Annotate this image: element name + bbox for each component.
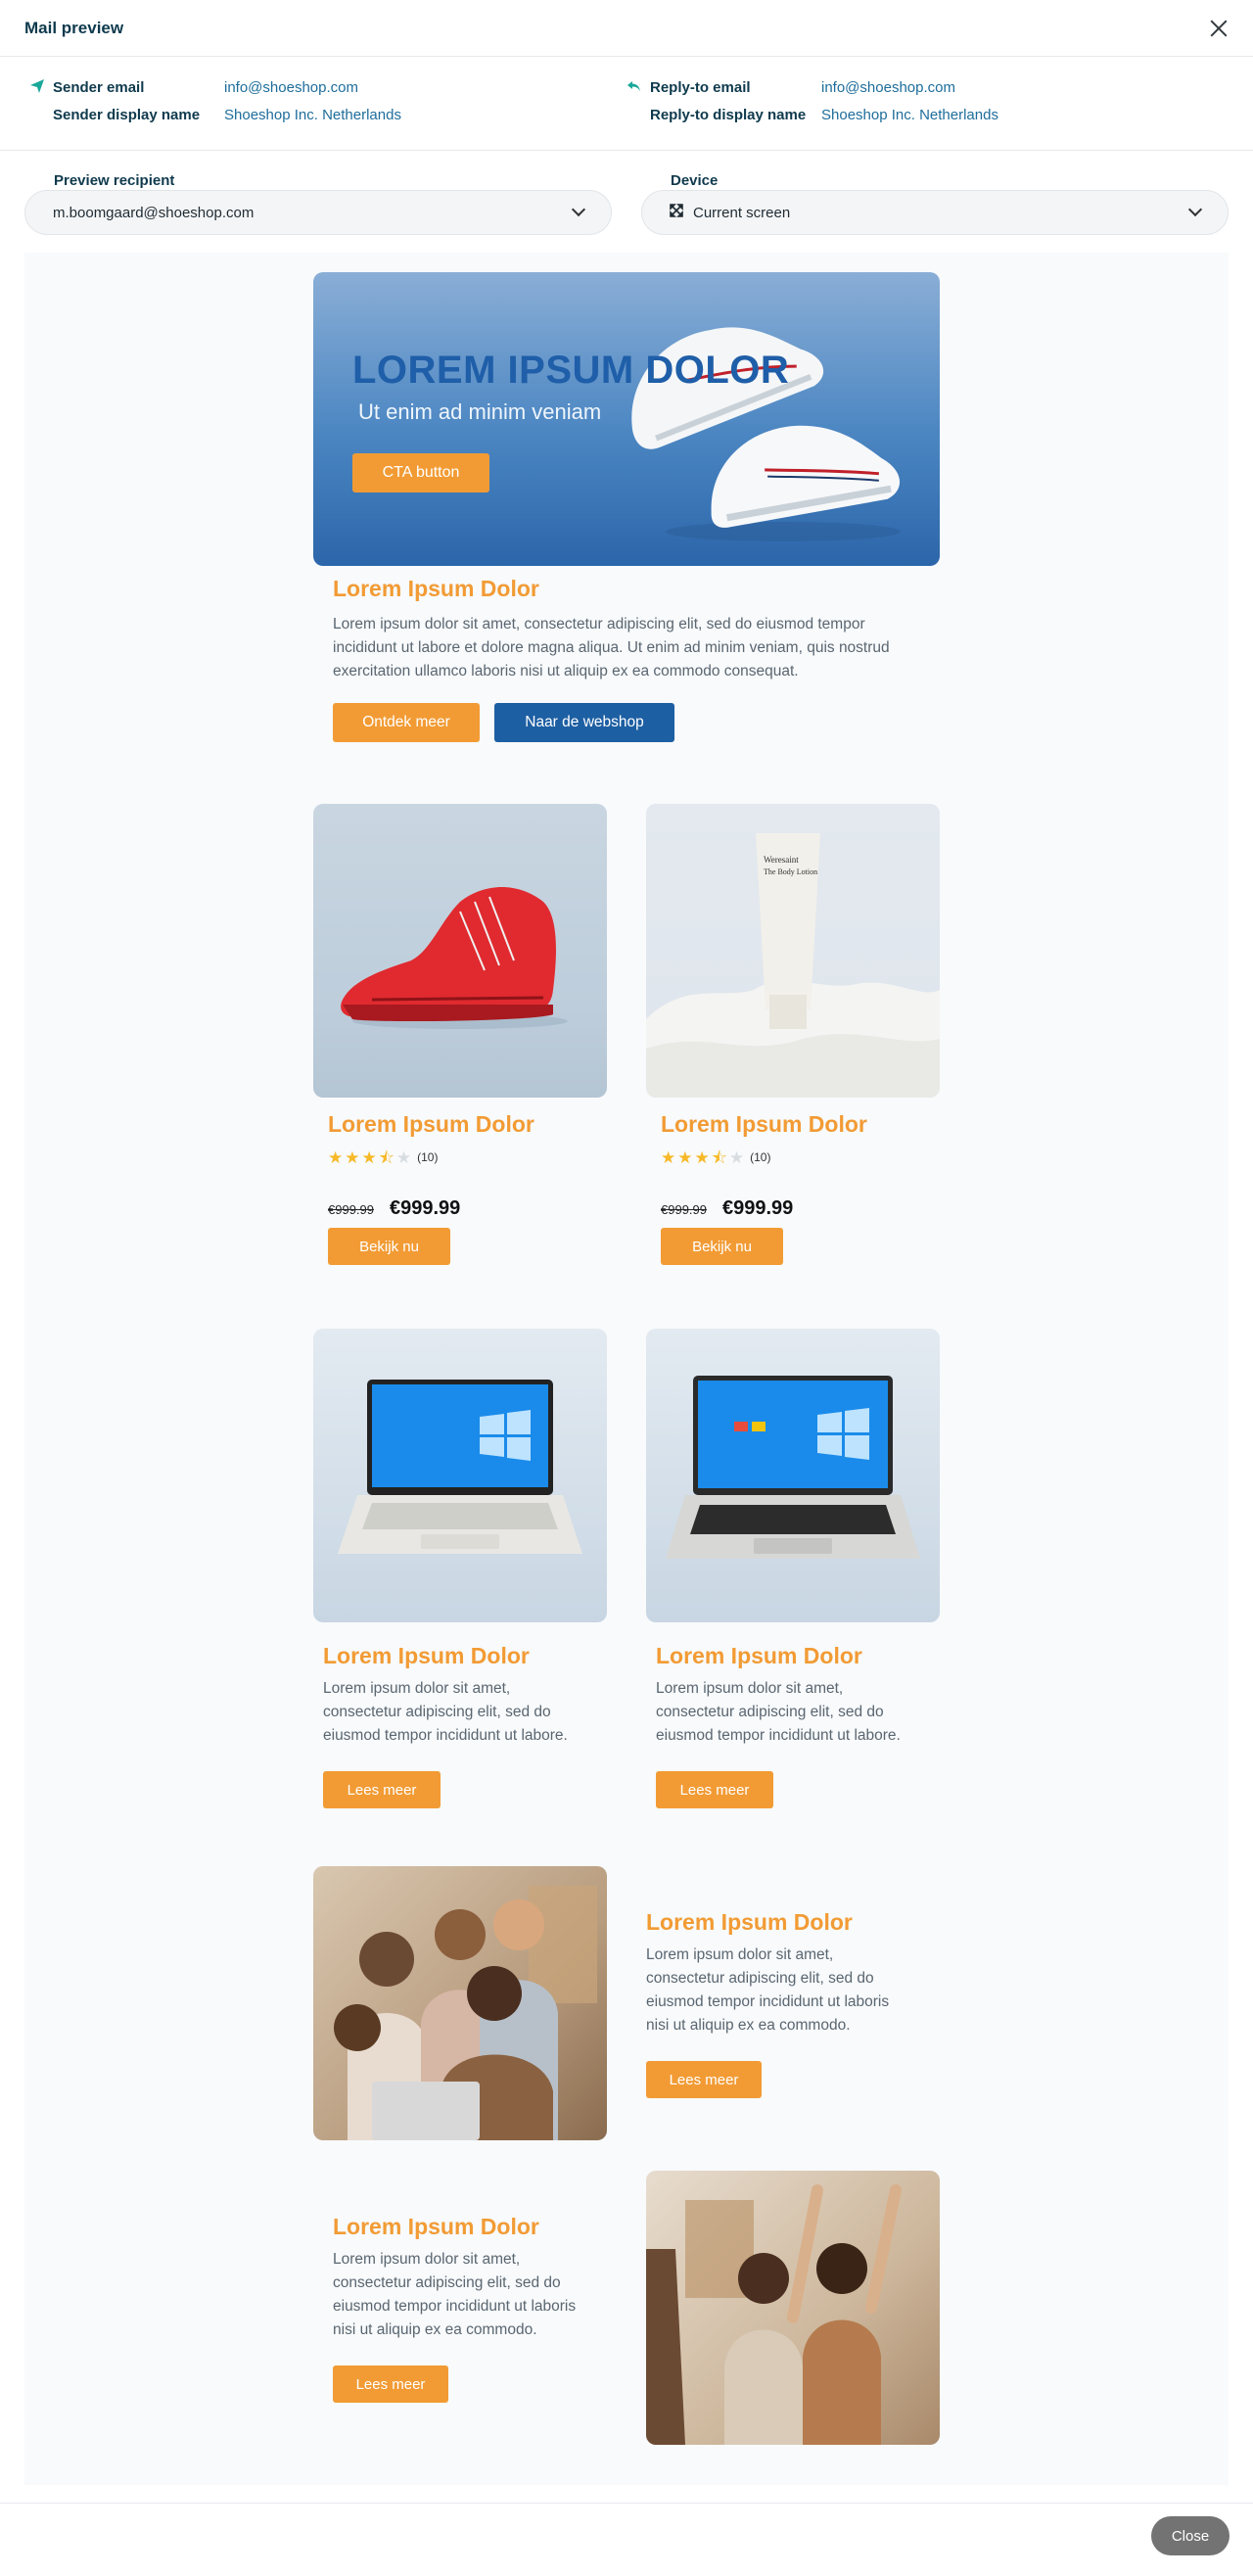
half-star-icon: ⯪ <box>378 1148 396 1167</box>
webshop-button[interactable]: Naar de webshop <box>494 703 674 742</box>
sender-info: Sender email Sender display name info@sh… <box>0 57 1253 151</box>
reply-name-value: Shoeshop Inc. Netherlands <box>821 107 998 123</box>
empty-star-icon: ★ <box>728 1148 747 1167</box>
team-photo <box>313 1866 607 2140</box>
hero-subtitle: Ut enim ad minim veniam <box>358 399 602 424</box>
modal-footer: Close <box>0 2503 1253 2576</box>
feature-text: Lorem ipsum dolor sit amet, consectetur … <box>333 2251 577 2338</box>
read-more-button[interactable]: Lees meer <box>333 2365 448 2403</box>
intro-title: Lorem Ipsum Dolor <box>333 576 539 601</box>
sender-column: Sender email Sender display name info@sh… <box>29 78 626 150</box>
view-now-button[interactable]: Bekijk nu <box>328 1228 450 1265</box>
old-price: €999.99 <box>328 1202 374 1217</box>
read-more-button[interactable]: Lees meer <box>656 1771 773 1808</box>
product-image-sneaker <box>313 804 607 1098</box>
rating-stars: ★★★⯪★ (10) <box>328 1146 438 1174</box>
hero-cta-button[interactable]: CTA button <box>352 453 489 492</box>
feature-title: Lorem Ipsum Dolor <box>646 1909 853 1935</box>
reply-column: Reply-to email Reply-to display name inf… <box>626 78 1224 150</box>
sender-email-label: Sender email <box>53 79 145 96</box>
product-title: Lorem Ipsum Dolor <box>661 1111 867 1137</box>
laptop-text: Lorem ipsum dolor sit amet, consectetur … <box>656 1680 901 1744</box>
feature-text: Lorem ipsum dolor sit amet, consectetur … <box>646 1946 890 2034</box>
intro-text: Lorem ipsum dolor sit amet, consectetur … <box>333 616 890 679</box>
laptop-title: Lorem Ipsum Dolor <box>656 1643 862 1668</box>
half-star-icon: ⯪ <box>711 1148 729 1167</box>
read-more-button[interactable]: Lees meer <box>323 1771 441 1808</box>
device-value: Current screen <box>693 204 791 221</box>
svg-text:The Body Lotion: The Body Lotion <box>764 867 817 876</box>
recipient-value: m.boomgaard@shoeshop.com <box>53 204 255 221</box>
close-icon[interactable] <box>1208 18 1230 39</box>
laptop-image <box>313 1329 607 1622</box>
expand-icon <box>670 204 683 221</box>
laptop-text: Lorem ipsum dolor sit amet, consectetur … <box>323 1680 568 1744</box>
celebration-photo <box>646 2171 940 2445</box>
old-price: €999.99 <box>661 1202 707 1217</box>
hero-banner: LOREM IPSUM DOLOR Ut enim ad minim venia… <box>313 272 940 566</box>
recipient-label: Preview recipient <box>54 172 175 189</box>
modal-title: Mail preview <box>24 18 124 37</box>
star-icon: ★★★ <box>661 1148 712 1167</box>
product-title: Lorem Ipsum Dolor <box>328 1111 534 1137</box>
sender-name-value: Shoeshop Inc. Netherlands <box>224 107 401 123</box>
price: €999.99 <box>390 1197 461 1219</box>
svg-text:Weresaint: Weresaint <box>764 855 799 865</box>
reply-name-label: Reply-to display name <box>650 107 807 123</box>
chevron-down-icon <box>571 202 586 217</box>
rating-count: (10) <box>417 1150 439 1164</box>
feature-title: Lorem Ipsum Dolor <box>333 2214 539 2239</box>
reply-email-value: info@shoeshop.com <box>821 79 955 96</box>
read-more-button[interactable]: Lees meer <box>646 2061 762 2098</box>
price: €999.99 <box>722 1197 794 1219</box>
rating-stars: ★★★⯪★ (10) <box>661 1146 770 1174</box>
chevron-down-icon <box>1187 202 1203 217</box>
sneakers-image <box>631 327 901 541</box>
laptop-image <box>646 1329 940 1622</box>
email-preview-canvas: LOREM IPSUM DOLOR Ut enim ad minim venia… <box>24 253 1229 2485</box>
reply-icon <box>626 78 650 98</box>
sender-email-value: info@shoeshop.com <box>224 79 358 96</box>
close-button[interactable]: Close <box>1151 2516 1230 2555</box>
modal-header: Mail preview <box>0 0 1253 57</box>
device-dropdown[interactable]: Current screen <box>641 190 1229 235</box>
product-image-cream: Weresaint The Body Lotion <box>646 804 940 1098</box>
rating-count: (10) <box>750 1150 771 1164</box>
hero-title: LOREM IPSUM DOLOR <box>352 349 790 392</box>
recipient-dropdown[interactable]: m.boomgaard@shoeshop.com <box>24 190 612 235</box>
star-icon: ★★★ <box>328 1148 379 1167</box>
sender-name-label: Sender display name <box>53 107 201 123</box>
view-now-button[interactable]: Bekijk nu <box>661 1228 783 1265</box>
device-label: Device <box>671 172 719 189</box>
empty-star-icon: ★ <box>395 1148 414 1167</box>
reply-email-label: Reply-to email <box>650 79 751 96</box>
send-icon <box>29 78 53 98</box>
discover-more-button[interactable]: Ontdek meer <box>333 703 480 742</box>
laptop-title: Lorem Ipsum Dolor <box>323 1643 530 1668</box>
